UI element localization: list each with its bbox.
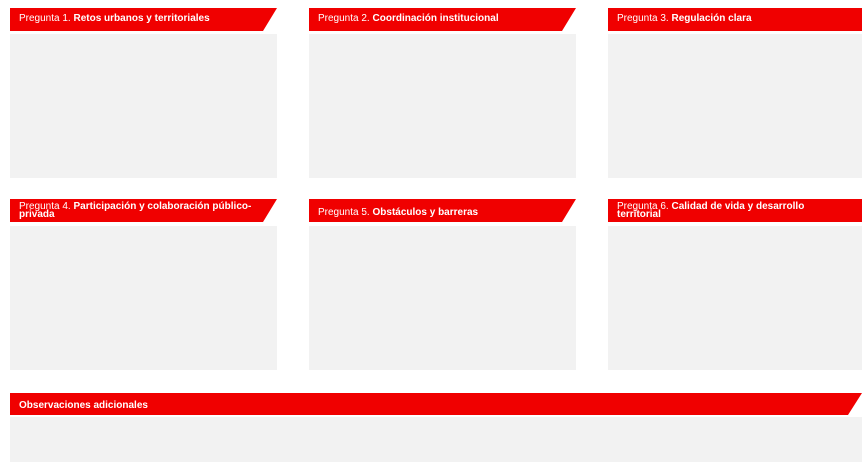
question-panel-3: Pregunta 3. Regulación clara [608,8,862,178]
observaciones-title: Observaciones adicionales [19,400,148,411]
question-panel-1: Pregunta 1. Retos urbanos y territoriale… [10,8,277,178]
question-title: Coordinación institucional [372,13,499,24]
question-prefix: Pregunta 2. [318,13,370,24]
answer-box-4[interactable] [10,226,277,370]
question-panel-6: Pregunta 6. Calidad de vida y desarrollo… [608,199,862,370]
question-header-5: Pregunta 5. Obstáculos y barreras [309,199,576,222]
question-panel-4: Pregunta 4. Participación y colaboración… [10,199,277,370]
question-prefix: Pregunta 3. [617,13,669,24]
question-header-1: Pregunta 1. Retos urbanos y territoriale… [10,8,277,31]
answer-box-1[interactable] [10,34,277,178]
observaciones-header: Observaciones adicionales [10,393,862,415]
question-header-3: Pregunta 3. Regulación clara [608,8,862,31]
question-prefix: Pregunta 5. [318,207,370,218]
answer-box-3[interactable] [608,34,862,178]
answer-box-5[interactable] [309,226,576,370]
question-title: Regulación clara [671,13,752,24]
question-panel-2: Pregunta 2. Coordinación institucional [309,8,576,178]
question-prefix: Pregunta 1. [19,13,71,24]
observaciones-panel: Observaciones adicionales [10,393,862,462]
question-title: Obstáculos y barreras [372,207,479,218]
question-header-4: Pregunta 4. Participación y colaboración… [10,199,277,222]
question-header-2: Pregunta 2. Coordinación institucional [309,8,576,31]
observaciones-box[interactable] [10,417,862,462]
question-title: Retos urbanos y territoriales [73,13,210,24]
question-panel-5: Pregunta 5. Obstáculos y barreras [309,199,576,370]
question-header-6: Pregunta 6. Calidad de vida y desarrollo… [608,199,862,222]
answer-box-2[interactable] [309,34,576,178]
answer-box-6[interactable] [608,226,862,370]
